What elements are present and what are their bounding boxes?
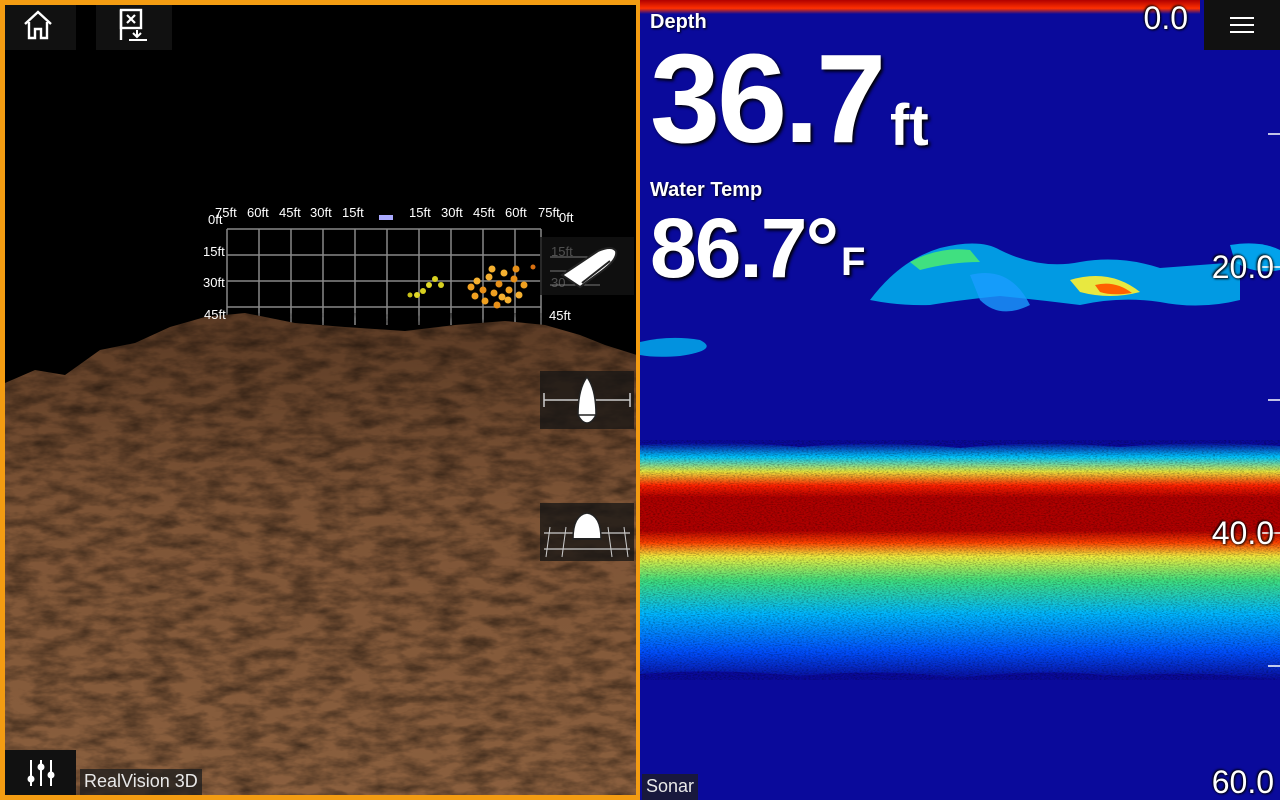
surface-return: [640, 0, 1200, 14]
grid-label-h2: 45ft: [279, 205, 301, 220]
water-temp-caption: Water Temp: [650, 179, 763, 201]
grid-label-h7: 45ft: [473, 205, 495, 220]
sonar-label: Sonar: [642, 774, 699, 800]
grid-label-h3: 30ft: [310, 205, 332, 220]
grid-label-h4: 15ft: [342, 205, 364, 220]
water-temp-value: 86.7°: [650, 201, 839, 295]
waypoint-icon: [119, 8, 147, 41]
grid-label-h1: 60ft: [247, 205, 269, 220]
menu-button[interactable]: [1204, 0, 1280, 50]
grid-label-h5: 15ft: [409, 205, 431, 220]
grid-depth-left-45: 45ft: [204, 307, 226, 322]
view-perspective-button[interactable]: [540, 237, 634, 295]
settings-button[interactable]: [5, 750, 76, 795]
depth-scale-label-40: 40.0: [1211, 515, 1274, 551]
menu-icon-bar: [1230, 24, 1254, 26]
grid-label-h6: 30ft: [441, 205, 463, 220]
grid-depth-right-45: 45ft: [549, 308, 571, 323]
grid-depth-left-30: 30ft: [203, 275, 225, 290]
depth-scale-label-20: 20.0: [1211, 249, 1274, 285]
realvision-3d-label: RealVision 3D: [80, 769, 202, 795]
depth-scale-label-60: 60.0: [1211, 764, 1274, 800]
home-icon: [24, 10, 52, 40]
menu-icon-bar: [1230, 31, 1254, 33]
depth-scale-label-0: 0.0: [1143, 0, 1188, 36]
water-temp-unit: F: [841, 240, 866, 284]
perspective-view-icon: [550, 247, 618, 289]
vessel-marker: [379, 215, 393, 220]
grid-label-h8: 60ft: [505, 205, 527, 220]
depth-grid: [226, 228, 542, 325]
menu-icon: [1230, 17, 1254, 19]
grid-depth-left-15: 15ft: [203, 244, 225, 259]
view-rear-button[interactable]: [540, 371, 634, 429]
sliders-icon: [27, 759, 54, 786]
depth-unit: ft: [890, 93, 929, 158]
waypoint-button[interactable]: [96, 5, 172, 50]
grid-label-h9: 75ft: [538, 205, 560, 220]
sonar-pane[interactable]: Depth 36.7 ft Water Temp 86.7° F 0.0 20.…: [640, 0, 1280, 800]
side-view-icon: [544, 512, 630, 558]
realvision-3d-pane[interactable]: 0ft 0ft 75ft 60ft 45ft 30ft 15ft 15ft 30…: [0, 0, 640, 800]
grid-zero-right: 0ft: [559, 210, 574, 225]
grid-label-h0: 75ft: [215, 205, 237, 220]
home-button[interactable]: [5, 5, 76, 50]
view-side-button[interactable]: [540, 503, 634, 561]
depth-value: 36.7: [650, 28, 886, 169]
rear-view-icon: [543, 375, 631, 424]
fish-targets: [407, 264, 536, 309]
